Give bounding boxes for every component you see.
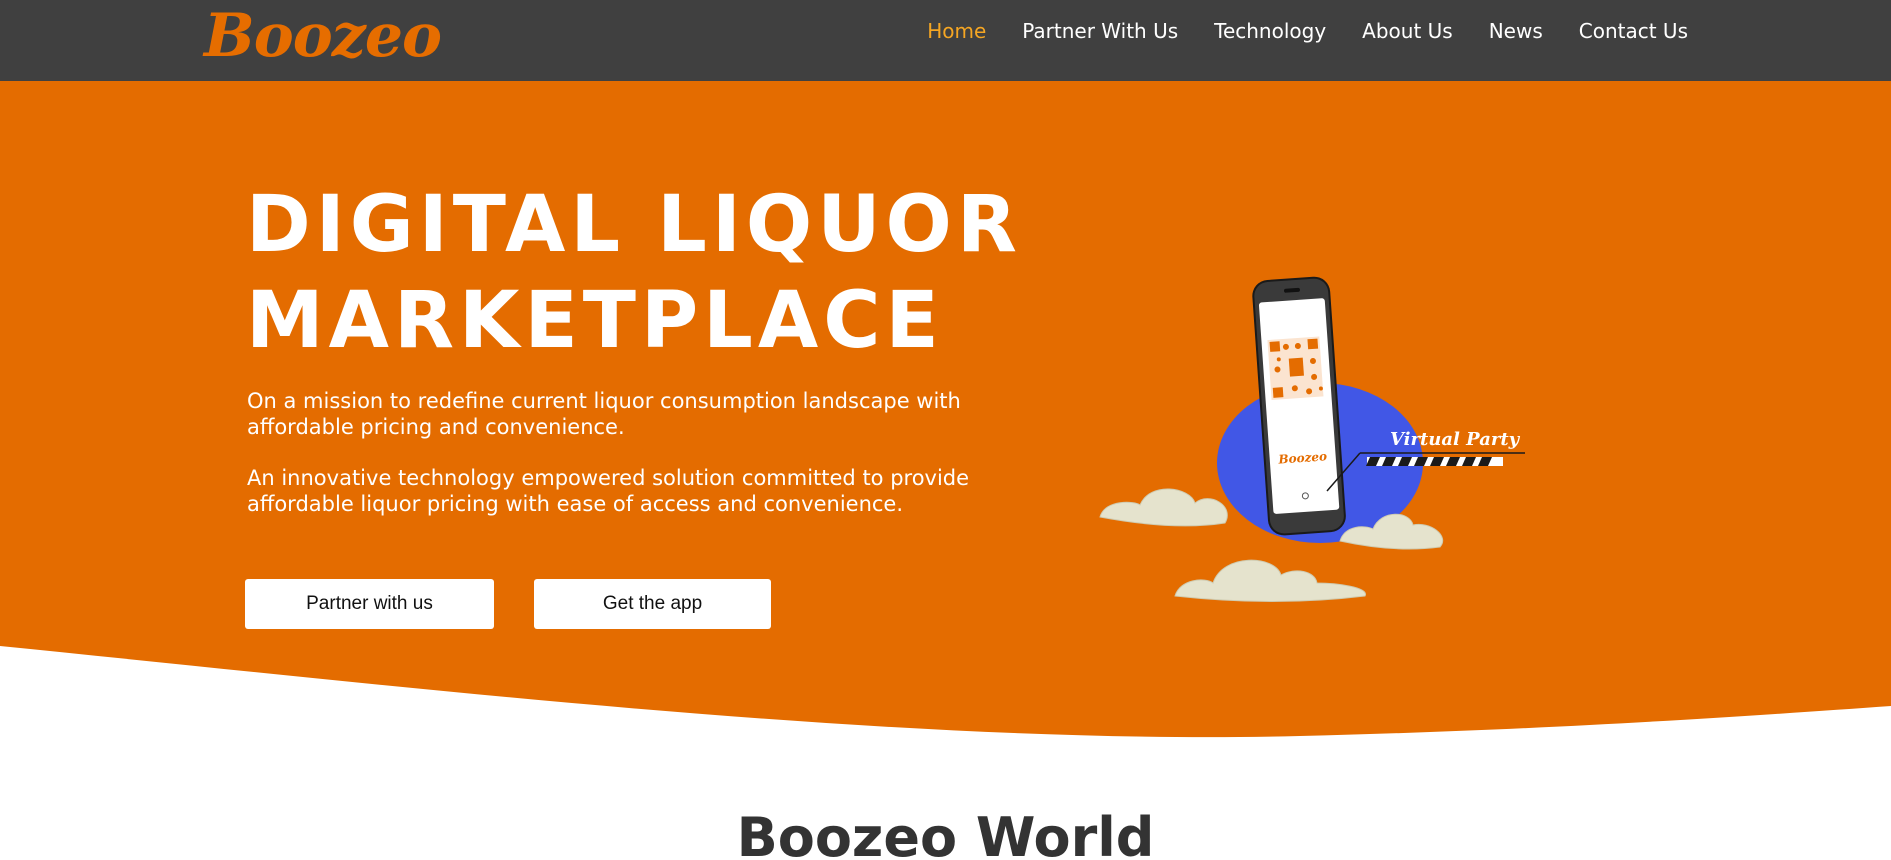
get-the-app-button[interactable]: Get the app (534, 579, 771, 629)
nav-item-about-us[interactable]: About Us (1362, 19, 1453, 43)
nav-item-news[interactable]: News (1489, 19, 1543, 43)
cloud-left (1099, 488, 1228, 527)
section-heading-boozeo-world: Boozeo World (736, 806, 1155, 860)
cloud-bottom (1174, 559, 1366, 602)
hero-wave-divider (0, 646, 1891, 746)
nav-item-home[interactable]: Home (927, 19, 986, 43)
nav-item-technology[interactable]: Technology (1214, 19, 1326, 43)
navbar: Boozeo Home Partner With Us Technology A… (0, 0, 1891, 81)
nav-item-partner-with-us[interactable]: Partner With Us (1022, 19, 1178, 43)
hero-title-line1: DIGITAL LIQUOR (246, 180, 1022, 270)
hero-paragraph-1: On a mission to redefine current liquor … (247, 389, 961, 439)
phone-qr-illustration: Boozeo Virtual Party (1099, 276, 1525, 602)
hero-title: DIGITAL LIQUOR MARKETPLACE (246, 177, 1026, 369)
virtual-party-label: Virtual Party (1390, 429, 1521, 450)
logo[interactable]: Boozeo (204, 2, 442, 70)
nav-links: Home Partner With Us Technology About Us… (891, 0, 1688, 61)
partner-with-us-button[interactable]: Partner with us (245, 579, 494, 629)
hero-section: DIGITAL LIQUOR MARKETPLACE On a mission … (0, 81, 1891, 746)
hero-title-line2: MARKETPLACE (246, 276, 944, 366)
nav-item-contact-us[interactable]: Contact Us (1579, 19, 1688, 43)
hero-paragraph-2: An innovative technology empowered solut… (247, 466, 970, 516)
qr-code-icon (1267, 336, 1324, 400)
